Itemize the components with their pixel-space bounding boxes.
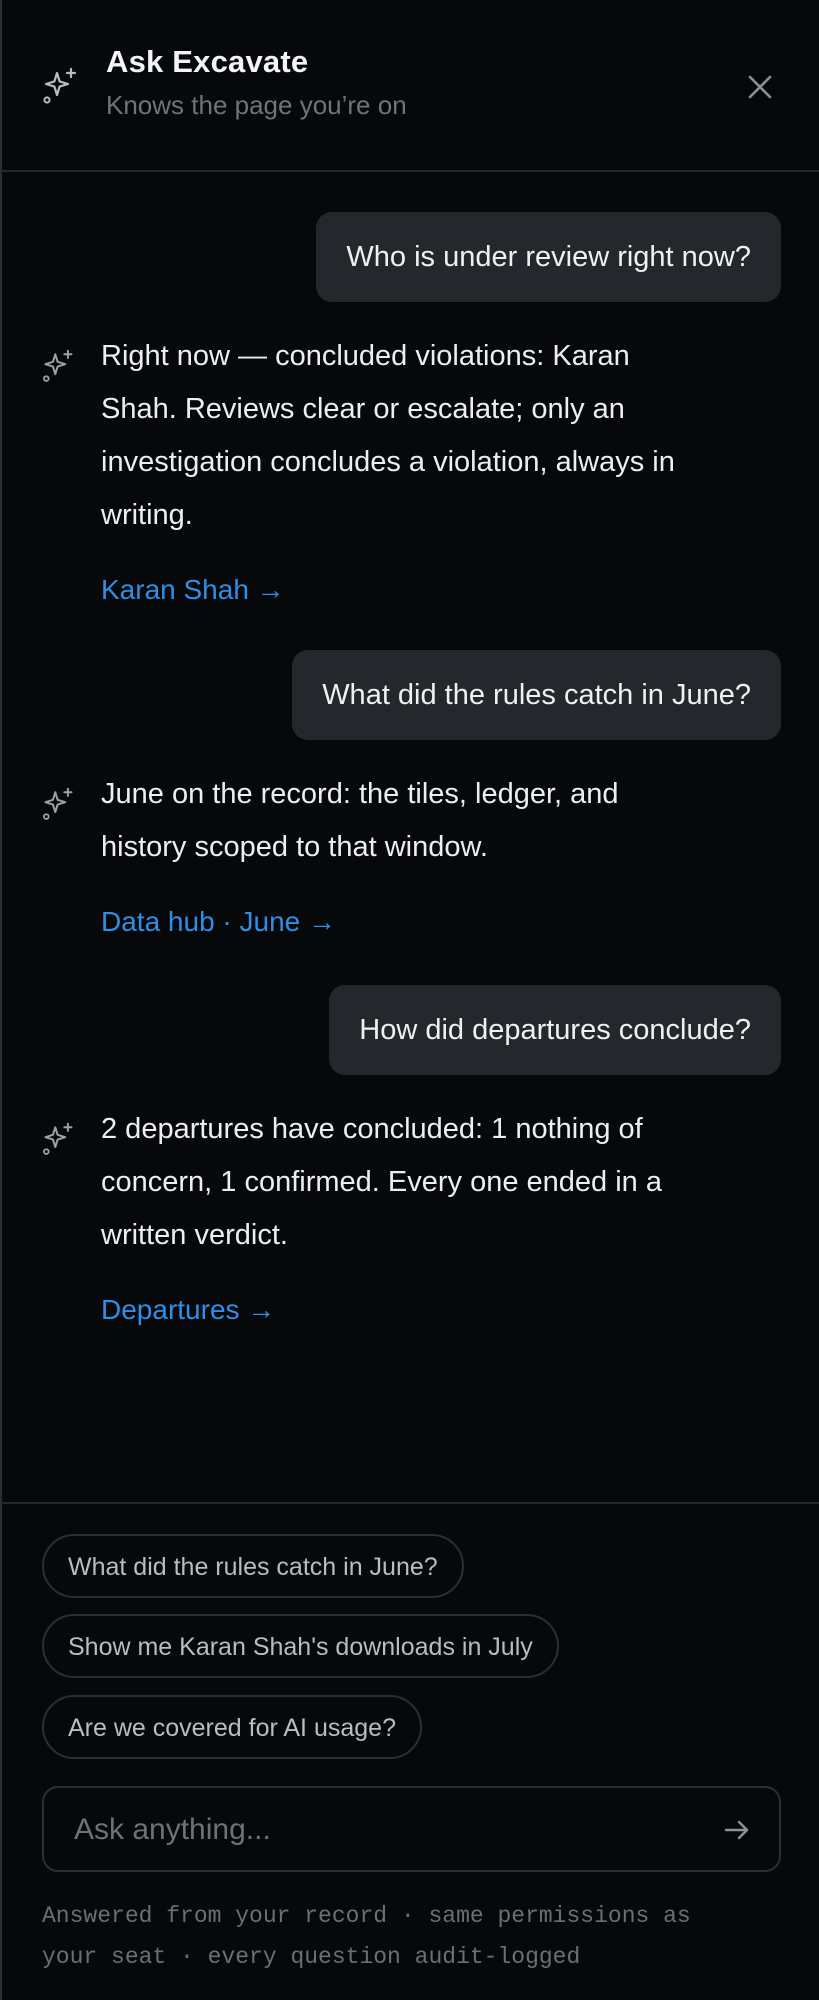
assistant-message-text: 2 departures have concluded: 1 nothing o…: [101, 1113, 662, 1251]
arrow-right-icon[interactable]: [721, 1814, 753, 1846]
sparkle-icon: [43, 67, 77, 104]
suggestion-chip[interactable]: What did the rules catch in June?: [42, 1534, 464, 1598]
suggestion-chip[interactable]: Are we covered for AI usage?: [42, 1695, 422, 1759]
sparkle-icon: [43, 787, 73, 820]
suggestion-chip[interactable]: Show me Karan Shah's downloads in July: [42, 1614, 559, 1678]
conversation: Who is under review right now? Right now…: [2, 172, 819, 1502]
user-message: Who is under review right now?: [316, 212, 781, 302]
sparkle-icon: [43, 1122, 73, 1155]
user-message: What did the rules catch in June?: [292, 650, 781, 740]
close-icon[interactable]: [743, 70, 777, 104]
link-data-hub-june[interactable]: Data hub · June →: [101, 906, 336, 938]
sparkle-icon: [43, 349, 73, 382]
link-karan-shah[interactable]: Karan Shah →: [101, 574, 285, 606]
disclaimer: Answered from your record · same permiss…: [42, 1903, 691, 1970]
ask-input-box: [42, 1786, 781, 1872]
ask-input[interactable]: [72, 1788, 696, 1872]
panel-header: Ask Excavate Knows the page you’re on: [2, 0, 819, 172]
assistant-message-text: Right now — concluded violations: Karan …: [101, 340, 675, 531]
panel-title: Ask Excavate: [106, 44, 309, 79]
assistant-message-text: June on the record: the tiles, ledger, a…: [101, 778, 619, 863]
composer-area: What did the rules catch in June? Show m…: [2, 1502, 819, 2000]
link-departures[interactable]: Departures →: [101, 1294, 275, 1326]
user-message: How did departures conclude?: [329, 985, 781, 1075]
assistant-panel: Ask Excavate Knows the page you’re on Wh…: [0, 0, 819, 2000]
panel-subtitle: Knows the page you’re on: [106, 90, 407, 120]
